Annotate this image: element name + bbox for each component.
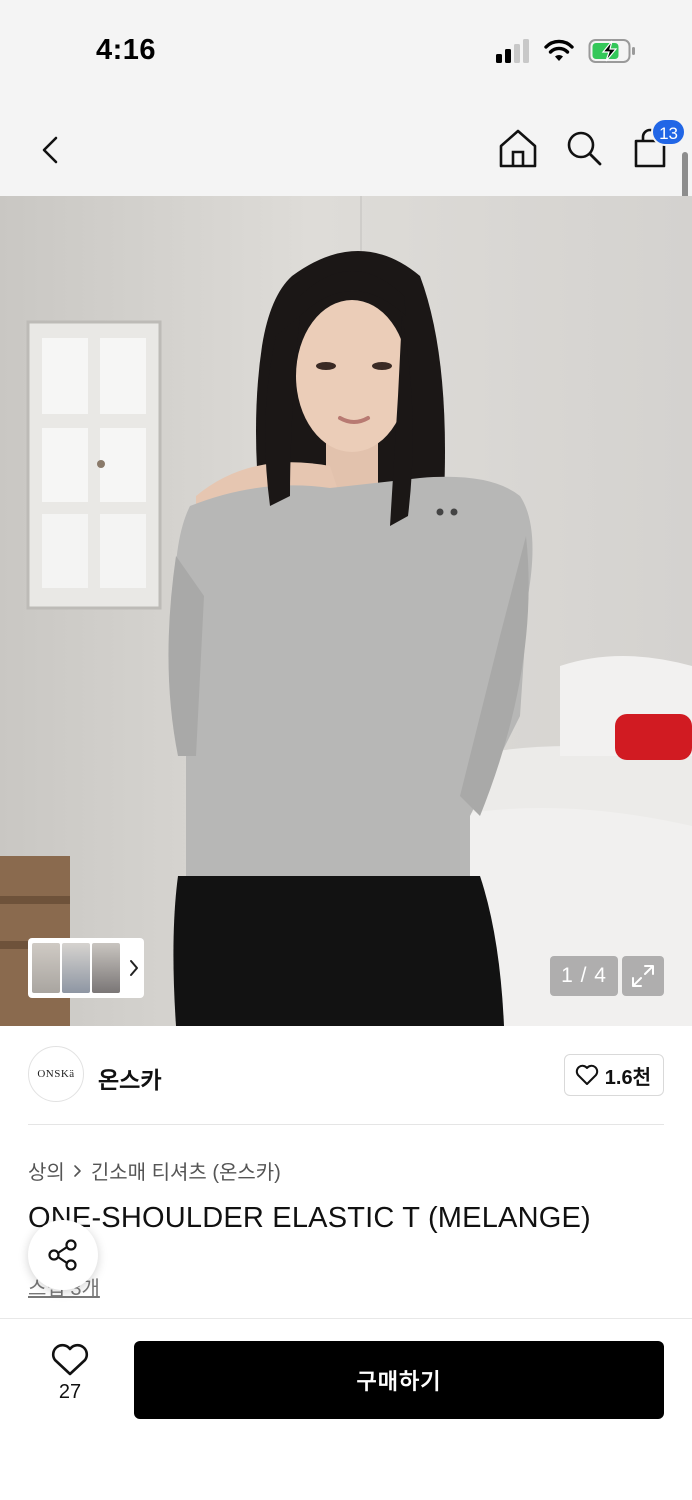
wifi-icon bbox=[544, 39, 574, 61]
chevron-right-icon bbox=[74, 1164, 81, 1177]
brand-like-count: 1.6천 bbox=[604, 1066, 651, 1089]
nav-bar: 13 bbox=[0, 100, 692, 196]
wishlist-button[interactable]: 27 bbox=[40, 1343, 100, 1404]
expand-icon bbox=[632, 965, 654, 987]
search-button[interactable] bbox=[562, 126, 606, 170]
brand-name[interactable]: 온스카 bbox=[98, 1061, 161, 1095]
product-title: ONE-SHOULDER ELASTIC T (MELANGE) bbox=[28, 1202, 591, 1234]
bottom-action-bar: 27 구매하기 bbox=[0, 1318, 692, 1500]
thumbnail-strip[interactable] bbox=[28, 938, 144, 998]
status-icons bbox=[496, 38, 636, 64]
share-button[interactable] bbox=[28, 1220, 98, 1290]
chevron-right-icon bbox=[130, 960, 138, 976]
heart-icon bbox=[575, 1064, 598, 1085]
thumbnail[interactable] bbox=[92, 943, 120, 993]
thumbnail[interactable] bbox=[62, 943, 90, 993]
share-icon bbox=[48, 1239, 77, 1271]
brand-row: ONSKä 온스카 1.6천 bbox=[28, 1046, 664, 1104]
breadcrumb: 상의 긴소매 티셔츠 (온스카) bbox=[28, 1156, 281, 1185]
search-icon bbox=[567, 131, 602, 166]
expand-button[interactable] bbox=[622, 956, 664, 996]
divider bbox=[28, 1124, 664, 1125]
brand-like-button[interactable]: 1.6천 bbox=[563, 1054, 664, 1096]
wishlist-count: 27 bbox=[58, 1381, 82, 1403]
breadcrumb-subcategory[interactable]: 긴소매 티셔츠 (온스카) bbox=[91, 1156, 281, 1185]
page-indicator: 1 / 4 bbox=[550, 956, 618, 996]
buy-button[interactable]: 구매하기 bbox=[134, 1341, 664, 1419]
status-bar: 4:16 bbox=[0, 0, 692, 100]
home-icon bbox=[499, 129, 537, 168]
battery-charging-icon bbox=[588, 39, 635, 63]
cellular-signal-icon bbox=[496, 39, 529, 63]
nav-actions: 13 bbox=[496, 118, 686, 170]
chevron-left-icon bbox=[42, 136, 58, 164]
status-time: 4:16 bbox=[96, 34, 157, 66]
back-button[interactable] bbox=[30, 130, 70, 170]
cart-count-badge: 13 bbox=[651, 118, 686, 146]
thumbnail[interactable] bbox=[32, 943, 60, 993]
product-photo bbox=[0, 196, 692, 1026]
cart-button[interactable]: 13 bbox=[628, 118, 686, 170]
brand-logo[interactable]: ONSKä bbox=[28, 1046, 84, 1102]
home-button[interactable] bbox=[496, 126, 540, 170]
breadcrumb-category[interactable]: 상의 bbox=[28, 1156, 65, 1185]
heart-icon bbox=[51, 1343, 89, 1376]
product-image-gallery[interactable]: 1 / 4 bbox=[0, 196, 692, 1026]
